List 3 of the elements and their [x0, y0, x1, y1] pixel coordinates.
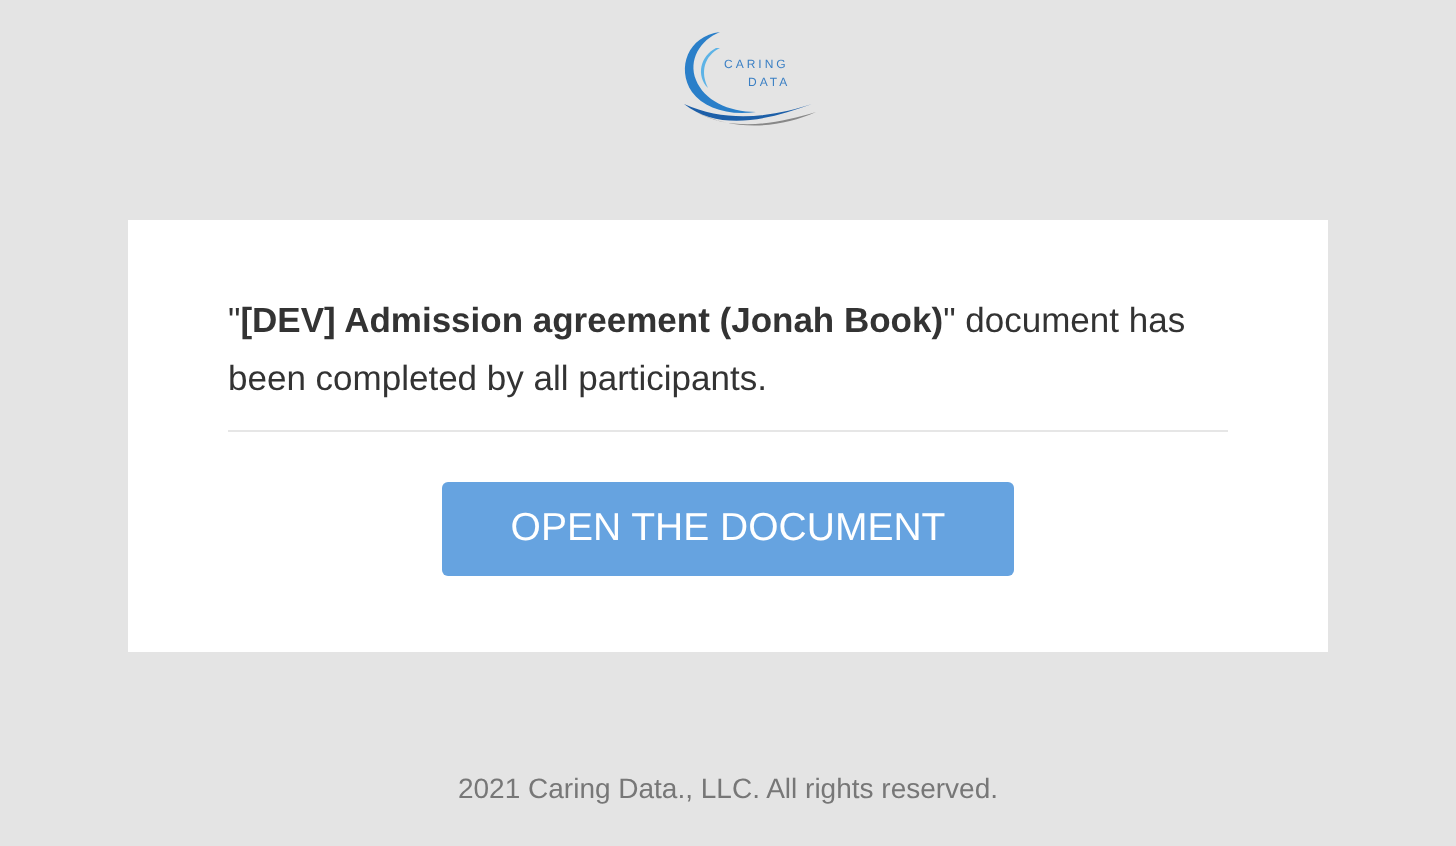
open-document-button[interactable]: OPEN THE DOCUMENT: [442, 482, 1014, 576]
message-text: "[DEV] Admission agreement (Jonah Book)" document has been completed by all participants.: [228, 298, 1188, 402]
copyright-text: 2021 Caring Data., LLC. All rights reserved.: [457, 772, 999, 804]
